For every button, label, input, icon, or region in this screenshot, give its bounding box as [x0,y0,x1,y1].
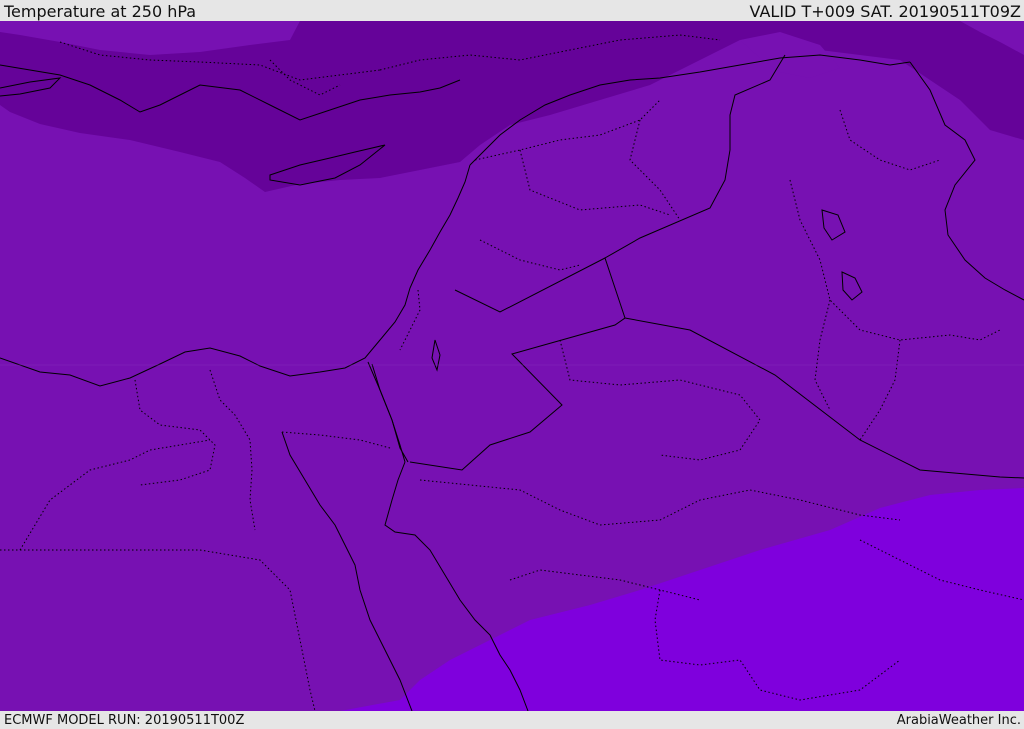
header-bar: Temperature at 250 hPa VALID T+009 SAT. … [0,0,1024,21]
credit-label: ArabiaWeather Inc. [896,713,1021,728]
model-run-label: ECMWF MODEL RUN: 20190511T00Z [4,713,245,728]
weather-map[interactable] [0,21,1024,711]
valid-time-label: VALID T+009 SAT. 20190511T09Z [749,2,1021,21]
map-title: Temperature at 250 hPa [4,2,197,21]
footer-bar: ECMWF MODEL RUN: 20190511T00Z ArabiaWeat… [0,711,1024,729]
